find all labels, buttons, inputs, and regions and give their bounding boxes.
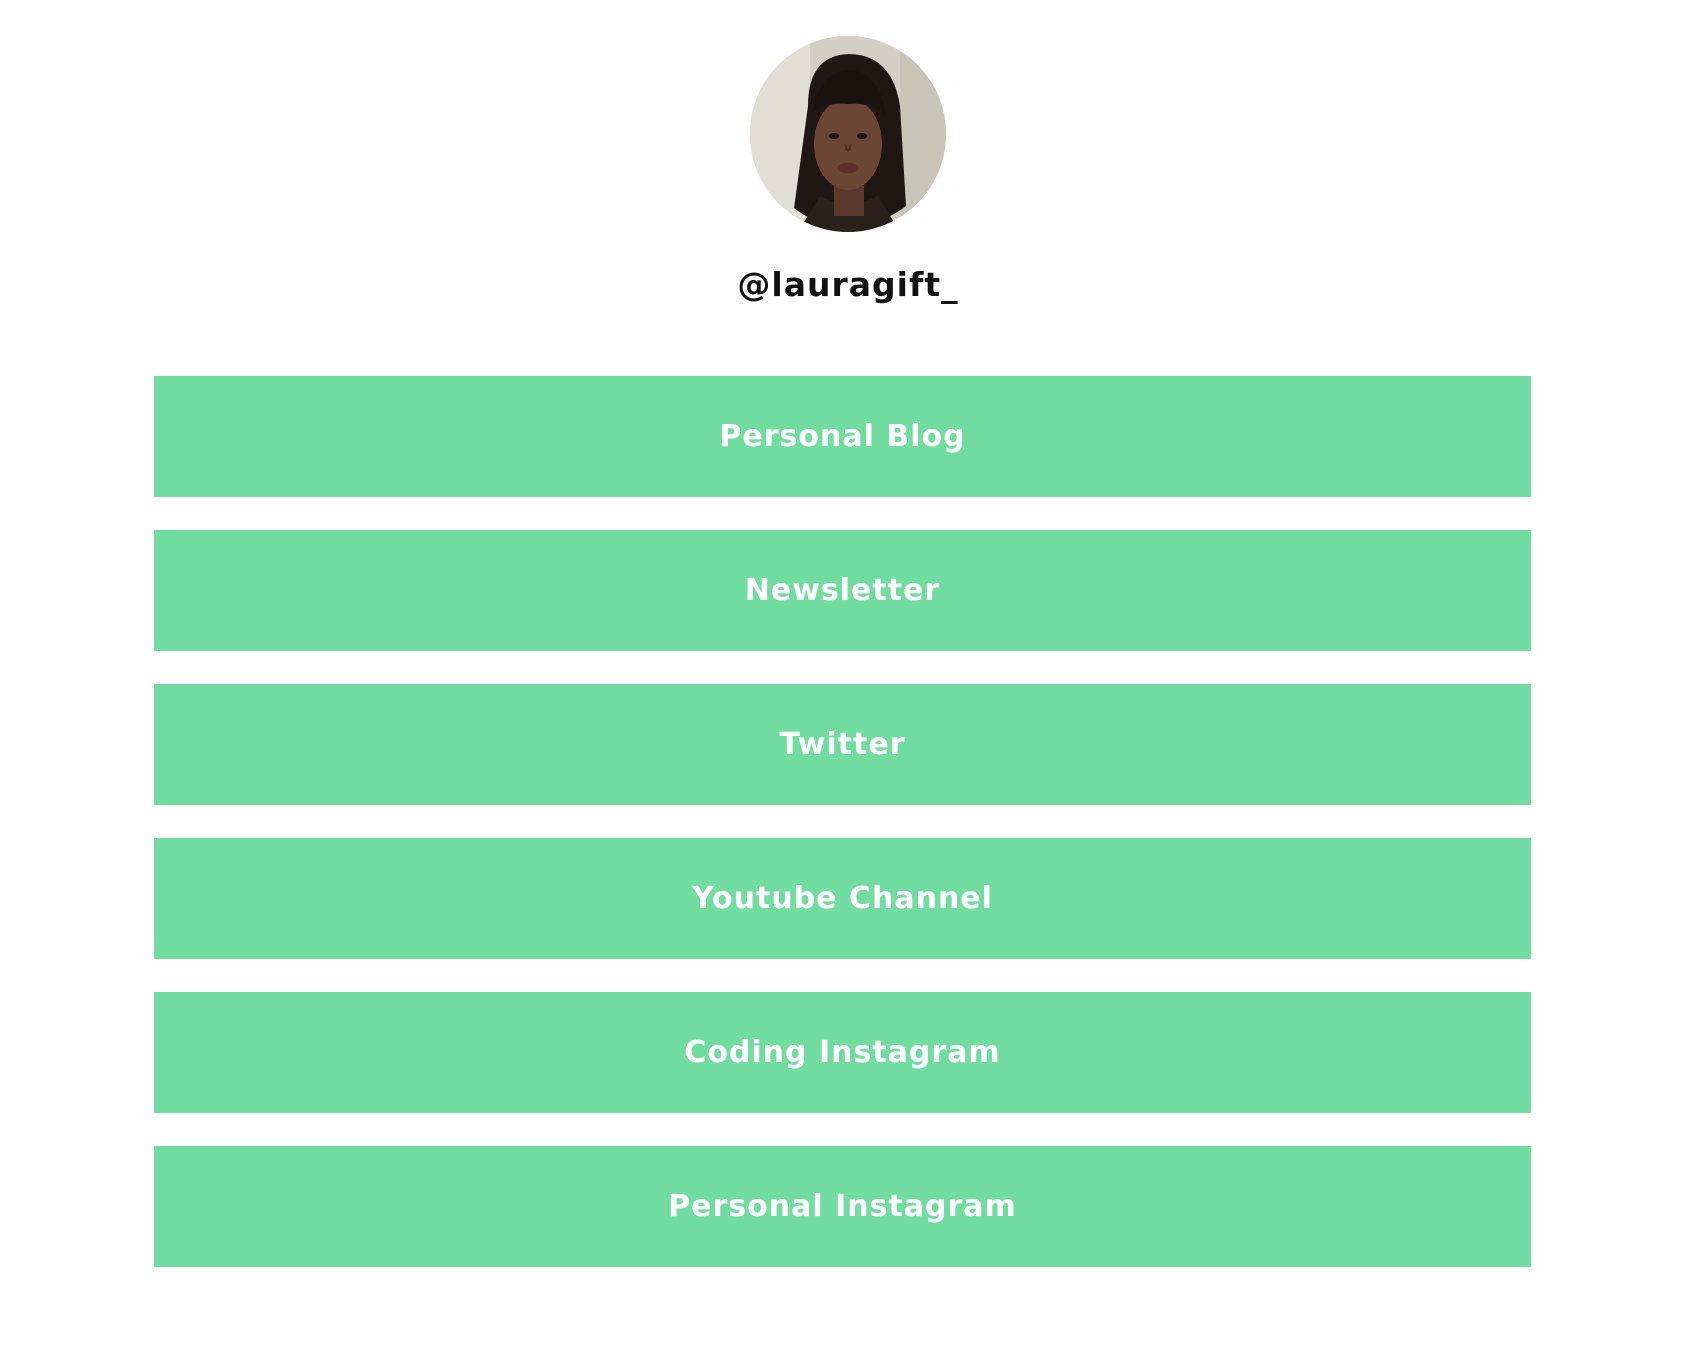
username: @lauragift_ [737,265,959,304]
profile-header: @lauragift_ [0,0,1696,305]
avatar [750,36,946,232]
profile-photo-icon [750,36,946,232]
link-button-newsletter[interactable]: Newsletter [154,530,1531,651]
link-button-personal-blog[interactable]: Personal Blog [154,376,1531,497]
link-list: Personal Blog Newsletter Twitter Youtube… [154,376,1531,1267]
link-button-twitter[interactable]: Twitter [154,684,1531,805]
link-button-coding-instagram[interactable]: Coding Instagram [154,992,1531,1113]
link-button-youtube-channel[interactable]: Youtube Channel [154,838,1531,959]
link-button-personal-instagram[interactable]: Personal Instagram [154,1146,1531,1267]
